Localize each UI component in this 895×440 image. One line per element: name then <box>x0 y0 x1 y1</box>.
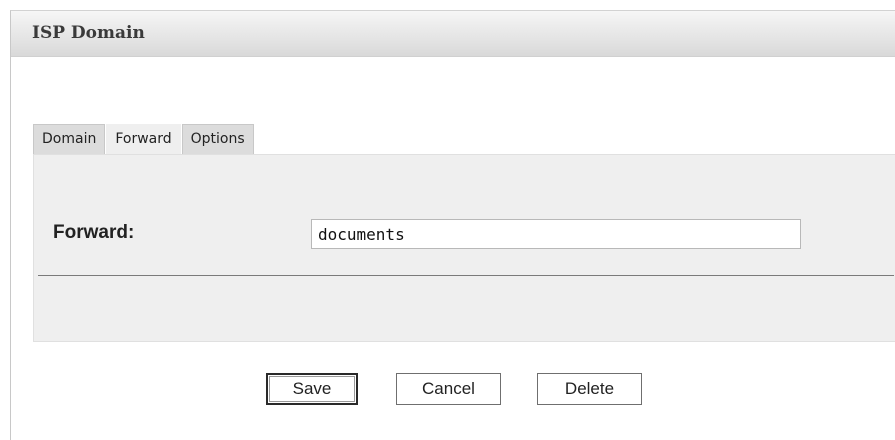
forward-input[interactable] <box>311 219 801 249</box>
page-title: ISP Domain <box>32 23 145 43</box>
save-button[interactable]: Save <box>266 373 358 405</box>
tab-content-forward: Forward: <box>33 154 895 342</box>
tab-bar: Domain Forward Options <box>33 124 255 155</box>
tab-options[interactable]: Options <box>181 124 254 154</box>
action-buttons: Save Cancel Delete <box>11 373 895 405</box>
isp-domain-panel: ISP Domain Domain Forward Options Forwar… <box>10 10 895 440</box>
form-divider <box>38 275 894 276</box>
tab-forward[interactable]: Forward <box>106 124 181 155</box>
panel-header: ISP Domain <box>11 11 895 57</box>
cancel-button[interactable]: Cancel <box>396 373 501 405</box>
tab-domain[interactable]: Domain <box>33 124 106 154</box>
delete-button[interactable]: Delete <box>537 373 642 405</box>
forward-label: Forward: <box>53 222 135 243</box>
